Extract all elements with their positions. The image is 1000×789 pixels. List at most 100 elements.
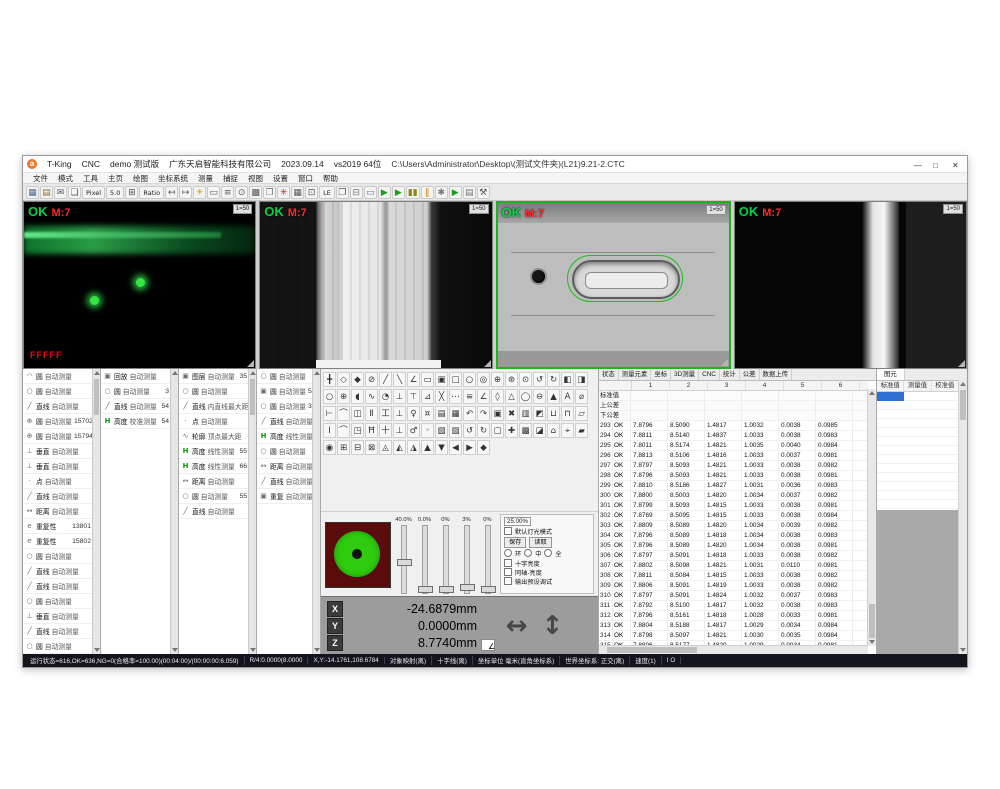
toolbar-button[interactable]: LE	[319, 186, 335, 199]
light-slider[interactable]: 3%	[459, 516, 474, 594]
light-slider[interactable]: 0%	[480, 516, 495, 594]
results-tab[interactable]: 测量元素	[619, 369, 652, 380]
measurement-list-item[interactable]: ▣ 图层 自动测量 35	[179, 369, 249, 384]
palette-tool-icon[interactable]: ◧	[561, 372, 574, 387]
palette-tool-icon[interactable]: ⊓	[561, 406, 574, 421]
scroll-thumb[interactable]	[869, 604, 875, 638]
palette-tool-icon[interactable]: ◬	[379, 440, 392, 455]
camera4-zoom-chip[interactable]: 1=50	[943, 204, 963, 214]
palette-tool-icon[interactable]: Ⅰ	[323, 423, 336, 438]
palette-tool-icon[interactable]: ⊙	[519, 372, 532, 387]
slider-track[interactable]	[422, 525, 428, 594]
angle-mode-button[interactable]: ∠	[481, 639, 495, 651]
jog-horizontal-icon[interactable]: ↔	[506, 611, 528, 641]
palette-tool-icon[interactable]: ▱	[575, 406, 588, 421]
palette-tool-icon[interactable]: ⌒	[337, 423, 350, 438]
toolbar-button[interactable]: ❒	[336, 186, 349, 199]
measurement-list-item[interactable]: ○ 圆 自动测量	[257, 444, 313, 459]
jog-vertical-icon[interactable]: ↕	[542, 611, 564, 641]
scroll-thumb[interactable]	[607, 647, 697, 653]
palette-tool-icon[interactable]: ◎	[477, 372, 490, 387]
table-row[interactable]: 307 OK 7.8802 8.5098 1.4821 1.0031 0.011…	[599, 561, 868, 571]
palette-tool-icon[interactable]: ↶	[463, 406, 476, 421]
measurement-list-item[interactable]: ╱ 直线 自动测量	[23, 399, 93, 414]
camera1-zoom-chip[interactable]: 1=50	[233, 204, 253, 214]
ring-light-indicator[interactable]	[325, 522, 391, 588]
palette-tool-icon[interactable]: ∠	[407, 372, 420, 387]
table-row[interactable]: 312 OK 7.8796 8.5161 1.4818 1.0028 0.003…	[599, 611, 868, 621]
palette-tool-icon[interactable]: ⊥	[393, 423, 406, 438]
palette-tool-icon[interactable]: ▤	[435, 406, 448, 421]
palette-tool-icon[interactable]: ◀	[449, 440, 462, 455]
palette-tool-icon[interactable]: ✚	[505, 423, 518, 438]
palette-tool-icon[interactable]: ⌂	[547, 423, 560, 438]
palette-tool-icon[interactable]: ⊤	[407, 389, 420, 404]
scroll-thumb[interactable]	[960, 390, 966, 420]
palette-tool-icon[interactable]: Ⅱ	[365, 406, 378, 421]
palette-tool-icon[interactable]: ▲	[421, 440, 434, 455]
scrollbar[interactable]	[312, 369, 320, 654]
table-vertical-scrollbar[interactable]	[867, 389, 876, 646]
palette-tool-icon[interactable]: ≡	[463, 389, 476, 404]
results-tab[interactable]: 状态	[599, 369, 619, 380]
scroll-thumb[interactable]	[250, 379, 255, 415]
palette-tool-icon[interactable]: ◦	[421, 423, 434, 438]
table-row[interactable]: 297 OK 7.8797 8.5093 1.4821 1.0033 0.003…	[599, 461, 868, 471]
resize-handle-icon[interactable]	[247, 360, 254, 367]
palette-tool-icon[interactable]: ▥	[519, 406, 532, 421]
camera2-zoom-chip[interactable]: 1=50	[469, 204, 489, 214]
measurement-list-item[interactable]: ╱ 直线 自动测量	[257, 474, 313, 489]
palette-tool-icon[interactable]: ⊘	[365, 372, 378, 387]
scrollbar[interactable]	[248, 369, 256, 654]
table-row[interactable]: 299 OK 7.8810 8.5186 1.4827 1.0031 0.003…	[599, 481, 868, 491]
slider-handle[interactable]	[397, 559, 412, 566]
table-row[interactable]: 303 OK 7.8809 8.5089 1.4820 1.0034 0.003…	[599, 521, 868, 531]
toolbar-button[interactable]: ⊟	[350, 186, 363, 199]
slider-track[interactable]	[401, 525, 407, 594]
measurement-list-item[interactable]: ∿ 轮廓 顶点最大距	[179, 429, 249, 444]
palette-tool-icon[interactable]: ⊠	[365, 440, 378, 455]
element-panel-scrollbar[interactable]	[958, 380, 967, 654]
measurement-list-item[interactable]: ⊥ 垂直 自动测量	[23, 444, 93, 459]
palette-tool-icon[interactable]: 工	[379, 406, 392, 421]
measurement-list-item[interactable]: ⊥ 垂直 自动测量	[23, 459, 93, 474]
light-mode-row[interactable]: 默认灯光模式	[504, 527, 590, 536]
measurement-list-item[interactable]: ╱ 直线 自动测量	[23, 624, 93, 639]
palette-tool-icon[interactable]: ⊥	[393, 406, 406, 421]
table-row[interactable]: 313 OK 7.8804 8.5188 1.4817 1.0029 0.003…	[599, 621, 868, 631]
camera3-zoom-chip[interactable]: 1=50	[706, 205, 726, 215]
title-bar[interactable]: a T-King CNC demo 测试版 广东天启智能科技有限公司 2023.…	[23, 156, 967, 172]
toolbar-button[interactable]: Pixel	[82, 186, 105, 199]
measurement-list-item[interactable]: e 重复性 13801	[23, 519, 93, 534]
scroll-down-icon[interactable]	[172, 648, 178, 652]
palette-tool-icon[interactable]: ↺	[533, 372, 546, 387]
menu-item[interactable]: 捕捉	[219, 173, 242, 184]
radio-icon[interactable]	[544, 549, 552, 557]
resize-handle-icon[interactable]	[484, 360, 491, 367]
light-slider[interactable]: 0.0%	[417, 516, 432, 594]
palette-tool-icon[interactable]: ♀	[407, 406, 420, 421]
scroll-down-icon[interactable]	[314, 648, 320, 652]
measurement-list-item[interactable]: ○ 圆 自动测量 3	[101, 384, 171, 399]
palette-tool-icon[interactable]: ◫	[351, 406, 364, 421]
light-radio-option[interactable]: 中	[524, 549, 541, 558]
measurement-list-item[interactable]: · 点 自动测量	[23, 474, 93, 489]
scroll-thumb[interactable]	[94, 379, 99, 415]
toolbar-button[interactable]: ▮▮	[406, 186, 420, 199]
scrollbar[interactable]	[92, 369, 100, 654]
measurement-list-item[interactable]: ↔ 距离 自动测量	[23, 504, 93, 519]
scroll-down-icon[interactable]	[960, 648, 966, 652]
toolbar-button[interactable]: ≡	[221, 186, 234, 199]
palette-tool-icon[interactable]: ◆	[351, 372, 364, 387]
palette-tool-icon[interactable]: ⊔	[547, 406, 560, 421]
measurement-list-item[interactable]: ╱ 直线 自动测量 54	[101, 399, 171, 414]
palette-tool-icon[interactable]: ✖	[505, 406, 518, 421]
palette-tool-icon[interactable]: ◔	[379, 389, 392, 404]
palette-tool-icon[interactable]: ○	[463, 372, 476, 387]
toolbar-button[interactable]: ▤	[40, 186, 53, 199]
scroll-up-icon[interactable]	[250, 371, 256, 375]
palette-tool-icon[interactable]: ⊢	[323, 406, 336, 421]
palette-tool-icon[interactable]: ◖	[351, 389, 364, 404]
scroll-down-icon[interactable]	[94, 648, 100, 652]
minimize-button[interactable]: —	[908, 158, 925, 171]
